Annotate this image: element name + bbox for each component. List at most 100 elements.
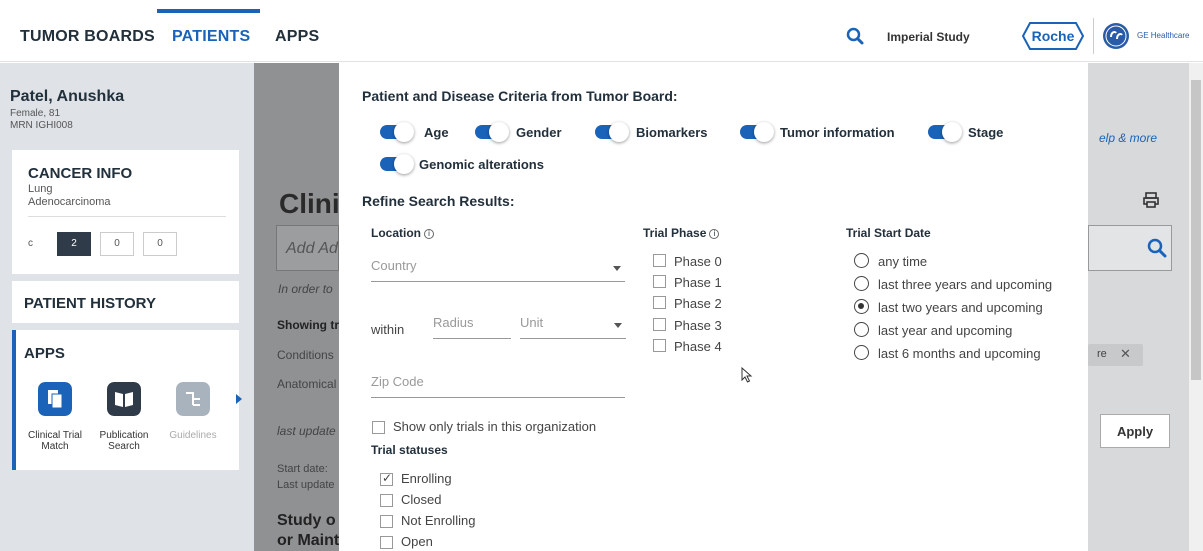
phase-0-label: Phase 0 [674,254,722,269]
toggle-biomarkers[interactable] [595,122,629,142]
search-submit-icon[interactable] [1147,238,1167,258]
start-date-two-years-radio[interactable] [854,299,869,314]
trial-statuses-label: Trial statuses [371,443,448,457]
start-date-six-months-radio[interactable] [854,345,869,360]
clinical-trial-icon[interactable] [38,382,72,416]
top-navigation-bar: TUMOR BOARDS PATIENTS APPS Imperial Stud… [0,0,1203,62]
start-date-any-time-label: any time [878,254,928,269]
showing-partial: Showing tr [277,318,339,332]
last-updated-partial: Last update [277,479,335,491]
anatomical-partial: Anatomical [277,377,337,391]
page-title-partial: Clini [279,188,340,219]
toggle-stage-label: Stage [968,125,1004,140]
status-enrolling-label: Enrolling [401,471,452,486]
start-date-one-year-radio[interactable] [854,322,869,337]
expand-arrow-icon[interactable] [236,394,242,404]
stage-m-value[interactable]: 0 [143,232,177,256]
toggle-biomarkers-label: Biomarkers [636,125,708,140]
zip-placeholder: Zip Code [371,374,424,389]
phase-1-label: Phase 1 [674,275,722,290]
start-date-three-years-label: last three years and upcoming [878,277,1053,292]
apply-button-label: Apply [1116,424,1154,439]
toggle-stage[interactable] [928,122,962,142]
phase-1-checkbox[interactable] [653,275,666,288]
card-divider [28,216,226,217]
book-icon[interactable] [107,382,141,416]
phase-0-checkbox[interactable] [653,254,666,267]
study-title-partial-1: Study o [277,512,336,529]
chevron-down-icon [613,266,621,271]
radius-input[interactable]: Radius [433,315,511,339]
phase-2-checkbox[interactable] [653,296,666,309]
start-date-one-year-label: last year and upcoming [878,323,1013,338]
start-date-six-months-label: last 6 months and upcoming [878,346,1041,361]
toggle-age[interactable] [380,122,414,142]
status-enrolling-checkbox[interactable] [380,471,393,486]
tab-patients[interactable]: PATIENTS [172,28,250,46]
scrollbar-thumb[interactable] [1191,80,1201,380]
start-date-any-time-radio[interactable] [854,253,869,268]
toggle-genomic-alterations-label: Genomic alterations [419,157,544,172]
toggle-tumor-information-label: Tumor information [780,125,895,140]
print-icon[interactable] [1142,191,1160,209]
trial-start-date-label: Trial Start Date [846,226,931,240]
cancer-histology: Adenocarcinoma [28,196,111,208]
toggle-genomic-alterations[interactable] [380,154,414,174]
search-placeholder-partial: Add Ad [286,240,338,257]
within-label: within [371,322,405,337]
apps-title: APPS [24,345,65,362]
study-selector[interactable]: Imperial Study [887,30,970,44]
phase-3-label: Phase 3 [674,318,722,333]
chip-close-icon[interactable]: ✕ [1120,346,1131,362]
guidelines-icon[interactable] [176,382,210,416]
zip-code-input[interactable]: Zip Code [371,374,625,398]
patient-name: Patel, Anushka [10,88,125,105]
stage-t-value[interactable]: 2 [57,232,91,256]
org-only-label: Show only trials in this organization [393,419,597,434]
active-tab-indicator [157,9,260,13]
status-closed-checkbox[interactable] [380,494,393,507]
help-link-partial[interactable]: elp & more [1099,131,1157,145]
patient-history-title: PATIENT HISTORY [24,295,156,312]
phase-3-checkbox[interactable] [653,318,666,331]
toggle-tumor-information[interactable] [740,122,774,142]
location-info-icon[interactable]: i [424,229,434,239]
app-label-guidelines[interactable]: Guidelines [163,430,223,441]
tab-apps[interactable]: APPS [275,28,319,46]
app-label-clinical-trial[interactable]: Clinical Trial Match [25,430,85,452]
toggle-age-label: Age [424,125,449,140]
search-icon[interactable] [846,27,864,45]
phase-2-label: Phase 2 [674,296,722,311]
status-not-enrolling-checkbox[interactable] [380,515,393,528]
status-open-checkbox[interactable] [380,536,393,549]
app-label-publication[interactable]: Publication Search [94,430,154,452]
org-only-checkbox[interactable] [372,421,385,434]
roche-logo: Roche [1022,22,1084,50]
unit-select[interactable]: Unit [520,315,626,339]
conditions-partial: Conditions [277,348,334,362]
stage-prefix: c [28,238,33,249]
mouse-pointer-icon [741,367,753,383]
unit-placeholder: Unit [520,315,544,330]
stage-n-value[interactable]: 0 [100,232,134,256]
apply-button[interactable]: Apply [1100,414,1170,448]
toggle-gender-label: Gender [516,125,562,140]
status-closed-label: Closed [401,492,442,507]
start-date-three-years-radio[interactable] [854,276,869,291]
last-update-partial: last update [277,424,336,438]
study-title-partial-2: or Maint [277,532,340,549]
toggle-gender[interactable] [475,122,509,142]
logo-divider [1093,18,1094,54]
chevron-down-icon [614,323,622,328]
status-not-enrolling-label: Not Enrolling [401,513,476,528]
radius-placeholder: Radius [433,315,474,330]
phase-4-checkbox[interactable] [653,339,666,352]
criteria-title: Patient and Disease Criteria from Tumor … [362,88,678,104]
roche-logo-text: Roche [1032,28,1075,44]
partner-label: GE Healthcare [1137,31,1190,40]
start-date-partial: Start date: [277,463,328,475]
trial-phase-label: Trial Phase i [643,226,720,240]
tab-tumor-boards[interactable]: TUMOR BOARDS [20,28,155,46]
country-select[interactable]: Country [371,258,625,282]
trial-phase-info-icon[interactable]: i [709,229,720,239]
